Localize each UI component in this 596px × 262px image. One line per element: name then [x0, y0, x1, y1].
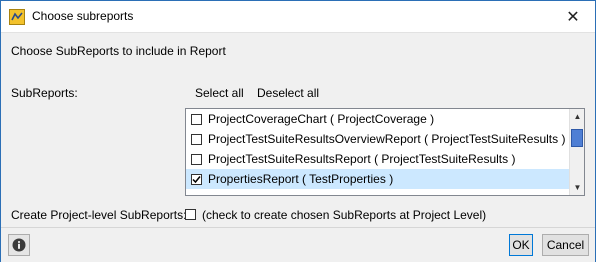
scroll-up-arrow-icon[interactable]: ▲: [570, 109, 584, 124]
dialog-window: Choose subreports ✕ Choose SubReports to…: [0, 0, 596, 262]
list-item[interactable]: ProjectTestSuiteResultsOverviewReport ( …: [186, 129, 570, 149]
project-level-label: Create Project-level SubReports:: [11, 208, 187, 222]
list-item[interactable]: ProjectCoverageChart ( ProjectCoverage ): [186, 109, 570, 129]
window-title: Choose subreports: [32, 9, 134, 23]
list-item-label: ProjectTestSuiteResultsReport ( ProjectT…: [208, 152, 516, 166]
close-button[interactable]: ✕: [551, 1, 595, 32]
list-item-checkbox[interactable]: [191, 153, 202, 165]
info-button[interactable]: [8, 234, 30, 256]
project-level-hint: (check to create chosen SubReports at Pr…: [202, 208, 487, 222]
list-item-checkbox[interactable]: [191, 113, 202, 125]
dialog-footer: OK Cancel: [1, 227, 595, 262]
list-item[interactable]: ProjectTestSuiteResultsReport ( ProjectT…: [186, 149, 570, 169]
list-item-checkbox[interactable]: [191, 133, 202, 145]
list-item-selected[interactable]: PropertiesReport ( TestProperties ): [186, 169, 570, 189]
info-icon: [12, 238, 26, 252]
subreports-list[interactable]: ProjectCoverageChart ( ProjectCoverage )…: [185, 108, 585, 196]
list-item-label: PropertiesReport ( TestProperties ): [208, 172, 394, 186]
checkmark-icon: [192, 175, 201, 183]
app-icon: [9, 9, 25, 25]
cancel-button[interactable]: Cancel: [542, 234, 589, 256]
title-bar: Choose subreports ✕: [1, 1, 595, 32]
list-item-label: ProjectTestSuiteResultsOverviewReport ( …: [208, 132, 566, 146]
dialog-header: Choose SubReports to include in Report: [1, 32, 595, 69]
scroll-thumb[interactable]: [571, 129, 583, 147]
header-description: Choose SubReports to include in Report: [11, 44, 226, 58]
list-scrollbar[interactable]: ▲ ▼: [569, 109, 584, 195]
close-icon: ✕: [566, 8, 580, 26]
dialog-content: SubReports: Select all Deselect all Proj…: [1, 68, 595, 227]
deselect-all-link[interactable]: Deselect all: [257, 86, 319, 100]
ok-button[interactable]: OK: [509, 234, 533, 256]
list-item-checkbox-checked[interactable]: [191, 173, 202, 185]
list-item-label: ProjectCoverageChart ( ProjectCoverage ): [208, 112, 435, 126]
subreports-label: SubReports:: [11, 86, 78, 100]
select-all-link[interactable]: Select all: [195, 86, 244, 100]
scroll-down-arrow-icon[interactable]: ▼: [570, 180, 584, 195]
project-level-checkbox[interactable]: [185, 209, 196, 220]
